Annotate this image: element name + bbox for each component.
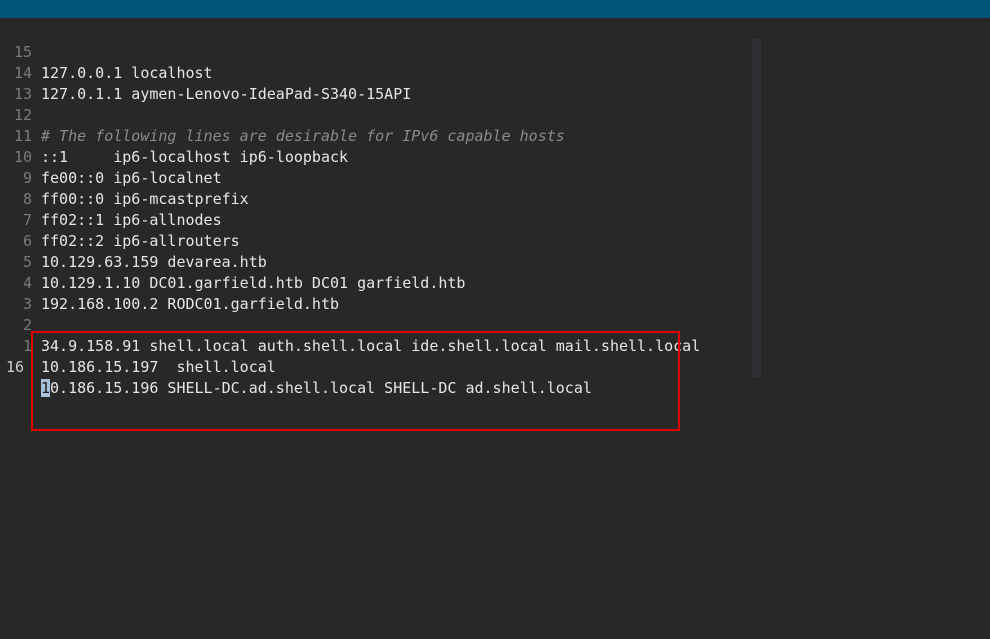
line-text[interactable]: ff02::1 ip6-allnodes: [41, 210, 222, 231]
editor-line[interactable]: 2 34.9.158.91 shell.local auth.shell.loc…: [0, 294, 700, 355]
current-line-number: 16: [5, 358, 24, 376]
editor-line[interactable]: 10 fe00::0 ip6-localnet: [0, 126, 222, 187]
line-text[interactable]: 192.168.100.2 RODC01.garfield.htb: [41, 294, 339, 315]
editor-line[interactable]: 13: [0, 63, 36, 103]
line-text[interactable]: 10.129.1.10 DC01.garfield.htb DC01 garfi…: [41, 273, 465, 294]
line-text[interactable]: 127.0.0.1 localhost: [41, 63, 213, 84]
indent-guide: [752, 39, 761, 377]
line-text[interactable]: ff00::0 ip6-mcastprefix: [41, 189, 249, 210]
editor-line[interactable]: 12 # The following lines are desirable f…: [0, 84, 565, 145]
editor-line[interactable]: 8 ff02::1 ip6-allnodes: [0, 168, 222, 229]
comment-line-text[interactable]: # The following lines are desirable for …: [41, 126, 565, 147]
editor-line[interactable]: 11 ::1 ip6-localhost ip6-loopback: [0, 105, 348, 166]
editor-line[interactable]: 6 10.129.63.159 devarea.htb: [0, 210, 267, 271]
editor-line[interactable]: 14 127.0.1.1 aymen-Lenovo-IdeaPad-S340-1…: [0, 42, 411, 103]
line-text[interactable]: ::1 ip6-localhost ip6-loopback: [41, 147, 348, 168]
red-highlight-box: [31, 331, 680, 431]
editor-line[interactable]: 4 192.168.100.2 RODC01.garfield.htb: [0, 252, 339, 313]
title-bar: [0, 0, 990, 18]
line-text[interactable]: 10.129.63.159 devarea.htb: [41, 252, 267, 273]
editor-line[interactable]: 9 ff00::0 ip6-mcastprefix: [0, 147, 249, 208]
editor-line[interactable]: 7 ff02::2 ip6-allrouters: [0, 189, 240, 250]
line-text[interactable]: 127.0.1.1 aymen-Lenovo-IdeaPad-S340-15AP…: [41, 84, 411, 105]
editor-line[interactable]: 15 127.0.0.1 localhost: [0, 21, 213, 82]
text-editor[interactable]: 15 127.0.0.1 localhost 14 127.0.1.1 ayme…: [0, 21, 990, 639]
line-text[interactable]: ff02::2 ip6-allrouters: [41, 231, 240, 252]
editor-line[interactable]: 3: [0, 273, 36, 313]
editor-line[interactable]: 5 10.129.1.10 DC01.garfield.htb DC01 gar…: [0, 231, 465, 292]
line-text[interactable]: fe00::0 ip6-localnet: [41, 168, 222, 189]
